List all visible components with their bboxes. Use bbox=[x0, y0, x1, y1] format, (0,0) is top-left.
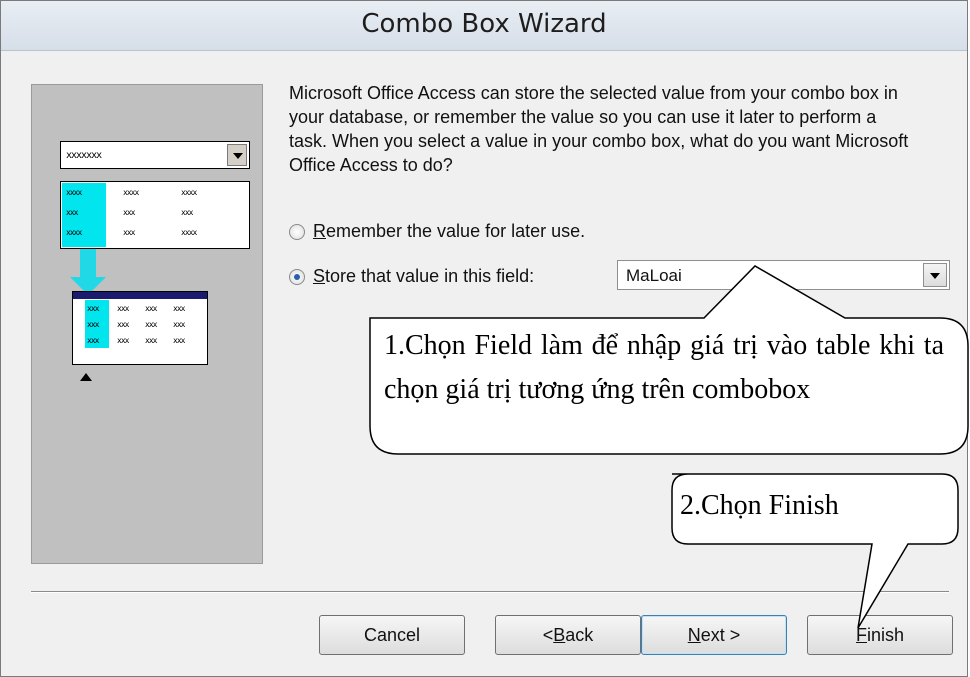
callout-finish-note: 2.Chọn Finish bbox=[680, 490, 839, 521]
store-label-text: tore that value in this field: bbox=[325, 266, 535, 286]
wizard-illustration-panel: xxxxxxx xxxx xxxx xxxx xxx xxx xxx xxxx … bbox=[31, 84, 263, 564]
illustration-table-cell: xxx bbox=[117, 336, 129, 345]
cancel-button[interactable]: Cancel bbox=[319, 615, 465, 655]
illustration-table-cell: xxx bbox=[173, 320, 185, 329]
next-hotkey: N bbox=[687, 624, 701, 645]
illustration-table-cell: xxx bbox=[173, 336, 185, 345]
callout-field-note: 1.Chọn Field làm để nhập giá trị vào tab… bbox=[384, 330, 944, 405]
illustration-combo-text: xxxxxxx bbox=[66, 150, 102, 161]
illustration-list-cell: xxx bbox=[181, 208, 193, 217]
illustration-table: xxx xxx xxx xxx xxx xxx xxx xxx xxx xxx … bbox=[72, 291, 208, 365]
illustration-table-cell: xxx bbox=[117, 320, 129, 329]
illustration-table-header bbox=[73, 292, 207, 299]
illustration-table-cell: xxx bbox=[145, 304, 157, 313]
title-bar[interactable]: Combo Box Wizard bbox=[1, 1, 967, 51]
finish-rest: inish bbox=[866, 624, 905, 645]
finish-button[interactable]: Finish bbox=[807, 615, 953, 655]
illustration-list-cell: xxxx bbox=[66, 228, 82, 237]
illustration-dropdown-list: xxxx xxxx xxxx xxx xxx xxx xxxx xxx xxxx bbox=[60, 181, 250, 249]
separator bbox=[31, 591, 949, 593]
illustration-list-cell: xxx bbox=[123, 228, 135, 237]
store-radio[interactable] bbox=[289, 268, 305, 285]
illustration-list-cell: xxx bbox=[66, 208, 78, 217]
remember-label-text: emember the value for later use. bbox=[326, 221, 586, 241]
store-label-hotkey: S bbox=[313, 266, 326, 286]
illustration-list-cell: xxx bbox=[123, 208, 135, 217]
field-select[interactable]: MaLoai bbox=[617, 260, 950, 290]
chevron-down-icon[interactable] bbox=[923, 263, 947, 287]
store-label: Store that value in this field: bbox=[313, 266, 534, 287]
illustration-table-cell: xxx bbox=[117, 304, 129, 313]
illustration-arrow-icon bbox=[80, 249, 96, 279]
illustration-list-cell: xxxx bbox=[66, 188, 82, 197]
remember-label: Remember the value for later use. bbox=[313, 221, 585, 242]
illustration-caret-icon bbox=[80, 373, 92, 381]
illustration-table-cell: xxx bbox=[87, 320, 99, 329]
illustration-table-cell: xxx bbox=[87, 304, 99, 313]
illustration-table-cell: xxx bbox=[87, 336, 99, 345]
remember-label-hotkey: R bbox=[313, 221, 326, 241]
finish-hotkey: F bbox=[855, 624, 867, 645]
field-select-value: MaLoai bbox=[626, 266, 682, 285]
remember-radio[interactable] bbox=[289, 223, 305, 240]
illustration-table-cell: xxx bbox=[173, 304, 185, 313]
illustration-table-cell: xxx bbox=[145, 320, 157, 329]
window-title: Combo Box Wizard bbox=[361, 9, 607, 39]
illustration-list-cell: xxxx bbox=[181, 228, 197, 237]
next-button[interactable]: Next > bbox=[641, 615, 787, 655]
illustration-combo-box: xxxxxxx bbox=[60, 141, 250, 169]
wizard-description: Microsoft Office Access can store the se… bbox=[289, 83, 909, 175]
back-hotkey: B bbox=[553, 624, 566, 645]
option-remember-value[interactable]: Remember the value for later use. bbox=[289, 221, 585, 242]
back-button[interactable]: < Back bbox=[495, 615, 641, 655]
next-rest: ext > bbox=[700, 624, 741, 645]
option-store-value[interactable]: Store that value in this field: bbox=[289, 266, 534, 287]
illustration-table-cell: xxx bbox=[145, 336, 157, 345]
illustration-list-cell: xxxx bbox=[181, 188, 197, 197]
back-prefix: < bbox=[542, 624, 554, 645]
illustration-list-cell: xxxx bbox=[123, 188, 139, 197]
illustration-dropdown-icon bbox=[227, 144, 247, 166]
back-rest: ack bbox=[565, 624, 594, 645]
